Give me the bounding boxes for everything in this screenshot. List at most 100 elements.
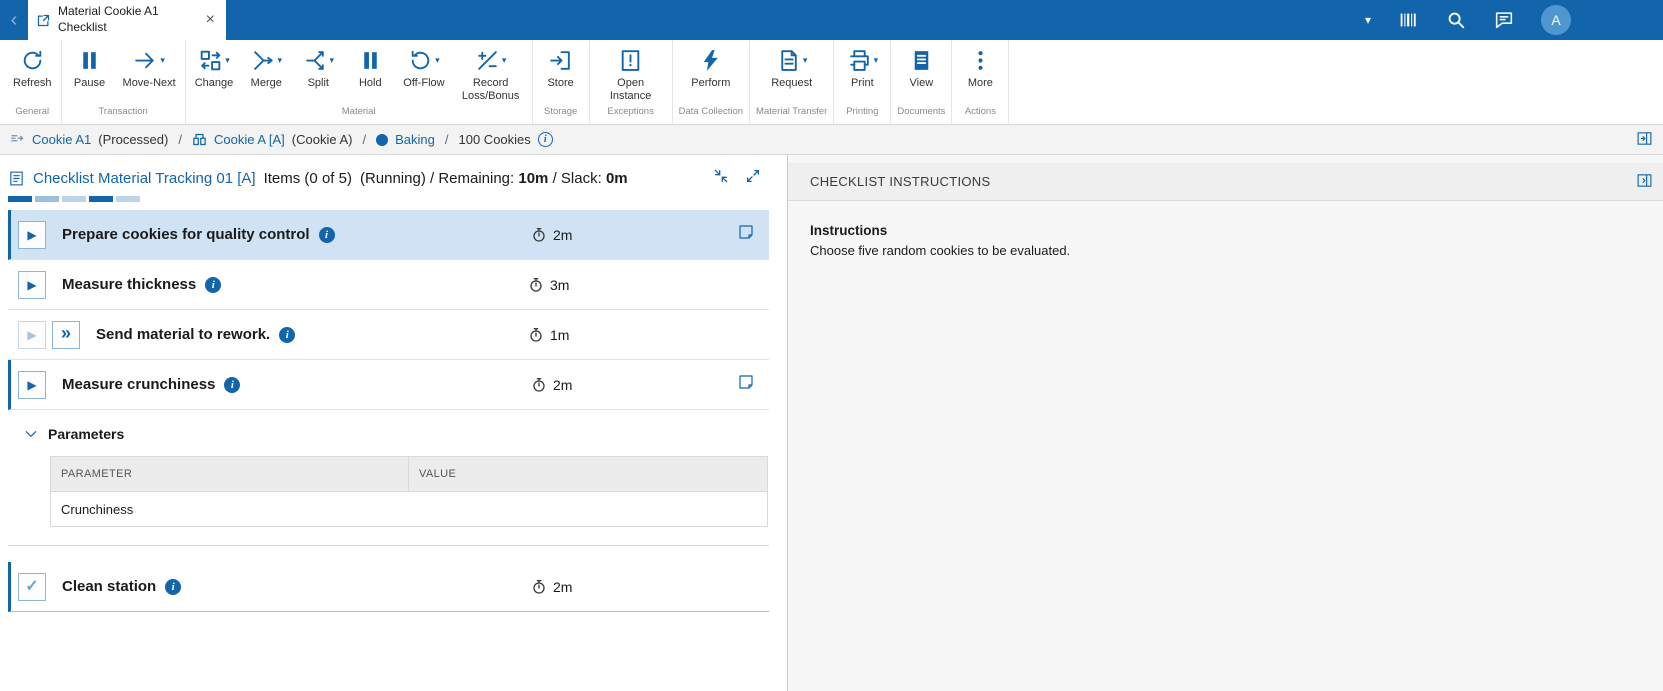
skip-item-button[interactable]: » bbox=[52, 320, 80, 349]
ribbon-group-general: Refresh General bbox=[4, 40, 62, 124]
progress-segment bbox=[8, 196, 32, 202]
print-button[interactable]: ▾ Print bbox=[836, 40, 888, 104]
change-button[interactable]: ▾ Change bbox=[188, 40, 241, 104]
item-info-icon[interactable]: i bbox=[224, 376, 241, 393]
stopwatch-icon bbox=[530, 277, 542, 292]
checklist-items-footer: ✓ Clean station i 2m bbox=[8, 562, 769, 612]
item-info-icon[interactable]: i bbox=[165, 578, 182, 595]
play-icon: ▶ bbox=[27, 227, 37, 242]
app-tab[interactable]: Material Cookie A1 Checklist × bbox=[28, 0, 226, 40]
ribbon-toolbar: Refresh General Pause ▾ Move-Next Transa… bbox=[0, 40, 1663, 125]
equipment-icon bbox=[193, 133, 206, 146]
instructions-body: Instructions Choose five random cookies … bbox=[788, 201, 1663, 280]
view-button[interactable]: View bbox=[895, 40, 947, 104]
ribbon-group-storage: Store Storage bbox=[533, 40, 590, 124]
play-icon: ▶ bbox=[27, 327, 37, 342]
play-icon: ▶ bbox=[27, 277, 37, 292]
collapse-all-icon[interactable] bbox=[713, 168, 729, 188]
move-next-button[interactable]: ▾ Move-Next bbox=[116, 40, 183, 104]
parameter-name: Crunchiness bbox=[61, 501, 134, 517]
parameter-value[interactable] bbox=[409, 492, 767, 526]
item-info-icon[interactable]: i bbox=[205, 276, 222, 293]
store-button[interactable]: Store bbox=[535, 40, 587, 104]
complete-item-button[interactable]: ✓ bbox=[18, 572, 46, 601]
move-next-icon bbox=[135, 52, 155, 68]
off-flow-button[interactable]: ▾ Off-Flow bbox=[396, 40, 451, 104]
parameter-row[interactable]: Crunchiness bbox=[51, 492, 767, 527]
more-button[interactable]: More bbox=[954, 40, 1006, 104]
parameters-toggle[interactable]: Parameters bbox=[24, 426, 787, 442]
start-item-button[interactable]: ▶ bbox=[18, 220, 46, 249]
dropdown-caret-icon: ▾ bbox=[329, 54, 335, 65]
dropdown-caret-icon: ▾ bbox=[501, 54, 507, 65]
request-label: Request bbox=[771, 77, 813, 89]
breadcrumb-separator: / bbox=[444, 132, 449, 147]
note-icon[interactable] bbox=[737, 373, 755, 396]
quantity-info-icon[interactable]: i bbox=[537, 132, 553, 147]
top-bar: ‹ Material Cookie A1 Checklist × ▾ A bbox=[0, 0, 1663, 40]
expand-all-icon[interactable] bbox=[745, 168, 761, 188]
item-duration: 2m bbox=[531, 377, 572, 393]
breadcrumb-material-link[interactable]: Cookie A1 bbox=[32, 132, 91, 147]
checklist-item[interactable]: ▶ Prepare cookies for quality control i … bbox=[8, 210, 769, 260]
note-icon[interactable] bbox=[737, 223, 755, 246]
checklist-items: ▶ Prepare cookies for quality control i … bbox=[8, 210, 769, 410]
barcode-scan-icon[interactable] bbox=[1397, 9, 1419, 31]
ribbon-group-exceptions: Open Instance Exceptions bbox=[590, 40, 673, 124]
tab-title: Material Cookie A1 Checklist bbox=[58, 4, 159, 34]
start-item-button[interactable]: ▶ bbox=[18, 270, 46, 299]
breadcrumb-material-suffix: (Processed) bbox=[98, 132, 169, 147]
item-title: Clean station bbox=[62, 578, 157, 595]
popout-icon bbox=[37, 14, 50, 26]
perform-button[interactable]: Perform bbox=[684, 40, 737, 104]
off-flow-label: Off-Flow bbox=[403, 77, 445, 89]
remaining-time: 10m bbox=[518, 169, 549, 187]
split-button[interactable]: ▾ Split bbox=[292, 40, 344, 104]
group-label-actions: Actions bbox=[964, 106, 996, 117]
refresh-button[interactable]: Refresh bbox=[6, 40, 59, 104]
history-back-icon[interactable]: ‹ bbox=[0, 0, 28, 40]
stopwatch-icon bbox=[530, 327, 542, 342]
record-loss-bonus-button[interactable]: ▾ Record Loss/Bonus bbox=[452, 40, 530, 104]
parameters-label: Parameters bbox=[48, 426, 125, 442]
item-info-icon[interactable]: i bbox=[279, 326, 296, 343]
item-title: Prepare cookies for quality control bbox=[62, 226, 310, 243]
group-label-general: General bbox=[15, 106, 50, 117]
item-duration: 3m bbox=[528, 277, 569, 293]
ribbon-group-material: ▾ Change ▾ Merge ▾ Split Hold ▾ Off-Flow… bbox=[186, 40, 533, 124]
pause-icon bbox=[83, 51, 96, 69]
open-instance-button[interactable]: Open Instance bbox=[592, 40, 670, 104]
topbar-dropdown-caret-icon[interactable]: ▾ bbox=[1365, 13, 1371, 27]
item-duration: 2m bbox=[531, 227, 572, 243]
chat-icon[interactable] bbox=[1493, 9, 1515, 31]
collapse-panel-icon[interactable] bbox=[1636, 172, 1653, 192]
user-avatar[interactable]: A bbox=[1541, 5, 1571, 35]
checklist-item[interactable]: ▶ Measure crunchiness i 2m bbox=[8, 360, 769, 410]
request-button[interactable]: ▾ Request bbox=[764, 40, 819, 104]
search-icon[interactable] bbox=[1445, 9, 1467, 31]
parameters-section: Parameters PARAMETER VALUE Crunchiness bbox=[0, 410, 787, 527]
breadcrumb-operation-link[interactable]: Baking bbox=[395, 132, 435, 147]
breadcrumb-entity-suffix: (Cookie A) bbox=[291, 132, 353, 147]
off-flow-icon bbox=[411, 50, 430, 69]
column-header-parameter: PARAMETER bbox=[51, 457, 409, 491]
hold-button[interactable]: Hold bbox=[344, 40, 396, 104]
checklist-header: Checklist Material Tracking 01 [A] Items… bbox=[0, 155, 787, 193]
item-info-icon[interactable]: i bbox=[318, 226, 335, 243]
breadcrumb-entity-link[interactable]: Cookie A [A] bbox=[214, 132, 285, 147]
start-item-button[interactable]: ▶ bbox=[18, 370, 46, 399]
checklist-item[interactable]: ▶ Measure thickness i 3m bbox=[8, 260, 769, 310]
expand-panel-icon[interactable] bbox=[1636, 130, 1653, 150]
store-icon bbox=[550, 50, 570, 70]
merge-button[interactable]: ▾ Merge bbox=[240, 40, 292, 104]
checklist-title-link[interactable]: Checklist Material Tracking 01 [A] bbox=[33, 170, 256, 187]
tab-close-icon[interactable]: × bbox=[203, 11, 218, 29]
pause-button[interactable]: Pause bbox=[64, 40, 116, 104]
checklist-item[interactable]: ▶ » Send material to rework. i 1m bbox=[8, 310, 769, 360]
stopwatch-icon bbox=[533, 579, 545, 594]
checklist-item[interactable]: ✓ Clean station i 2m bbox=[8, 562, 769, 612]
dropdown-caret-icon: ▾ bbox=[160, 54, 165, 65]
checklist-items-count: Items (0 of 5) bbox=[263, 169, 352, 187]
progress-segment bbox=[62, 196, 86, 202]
breadcrumb-separator: / bbox=[362, 132, 367, 147]
